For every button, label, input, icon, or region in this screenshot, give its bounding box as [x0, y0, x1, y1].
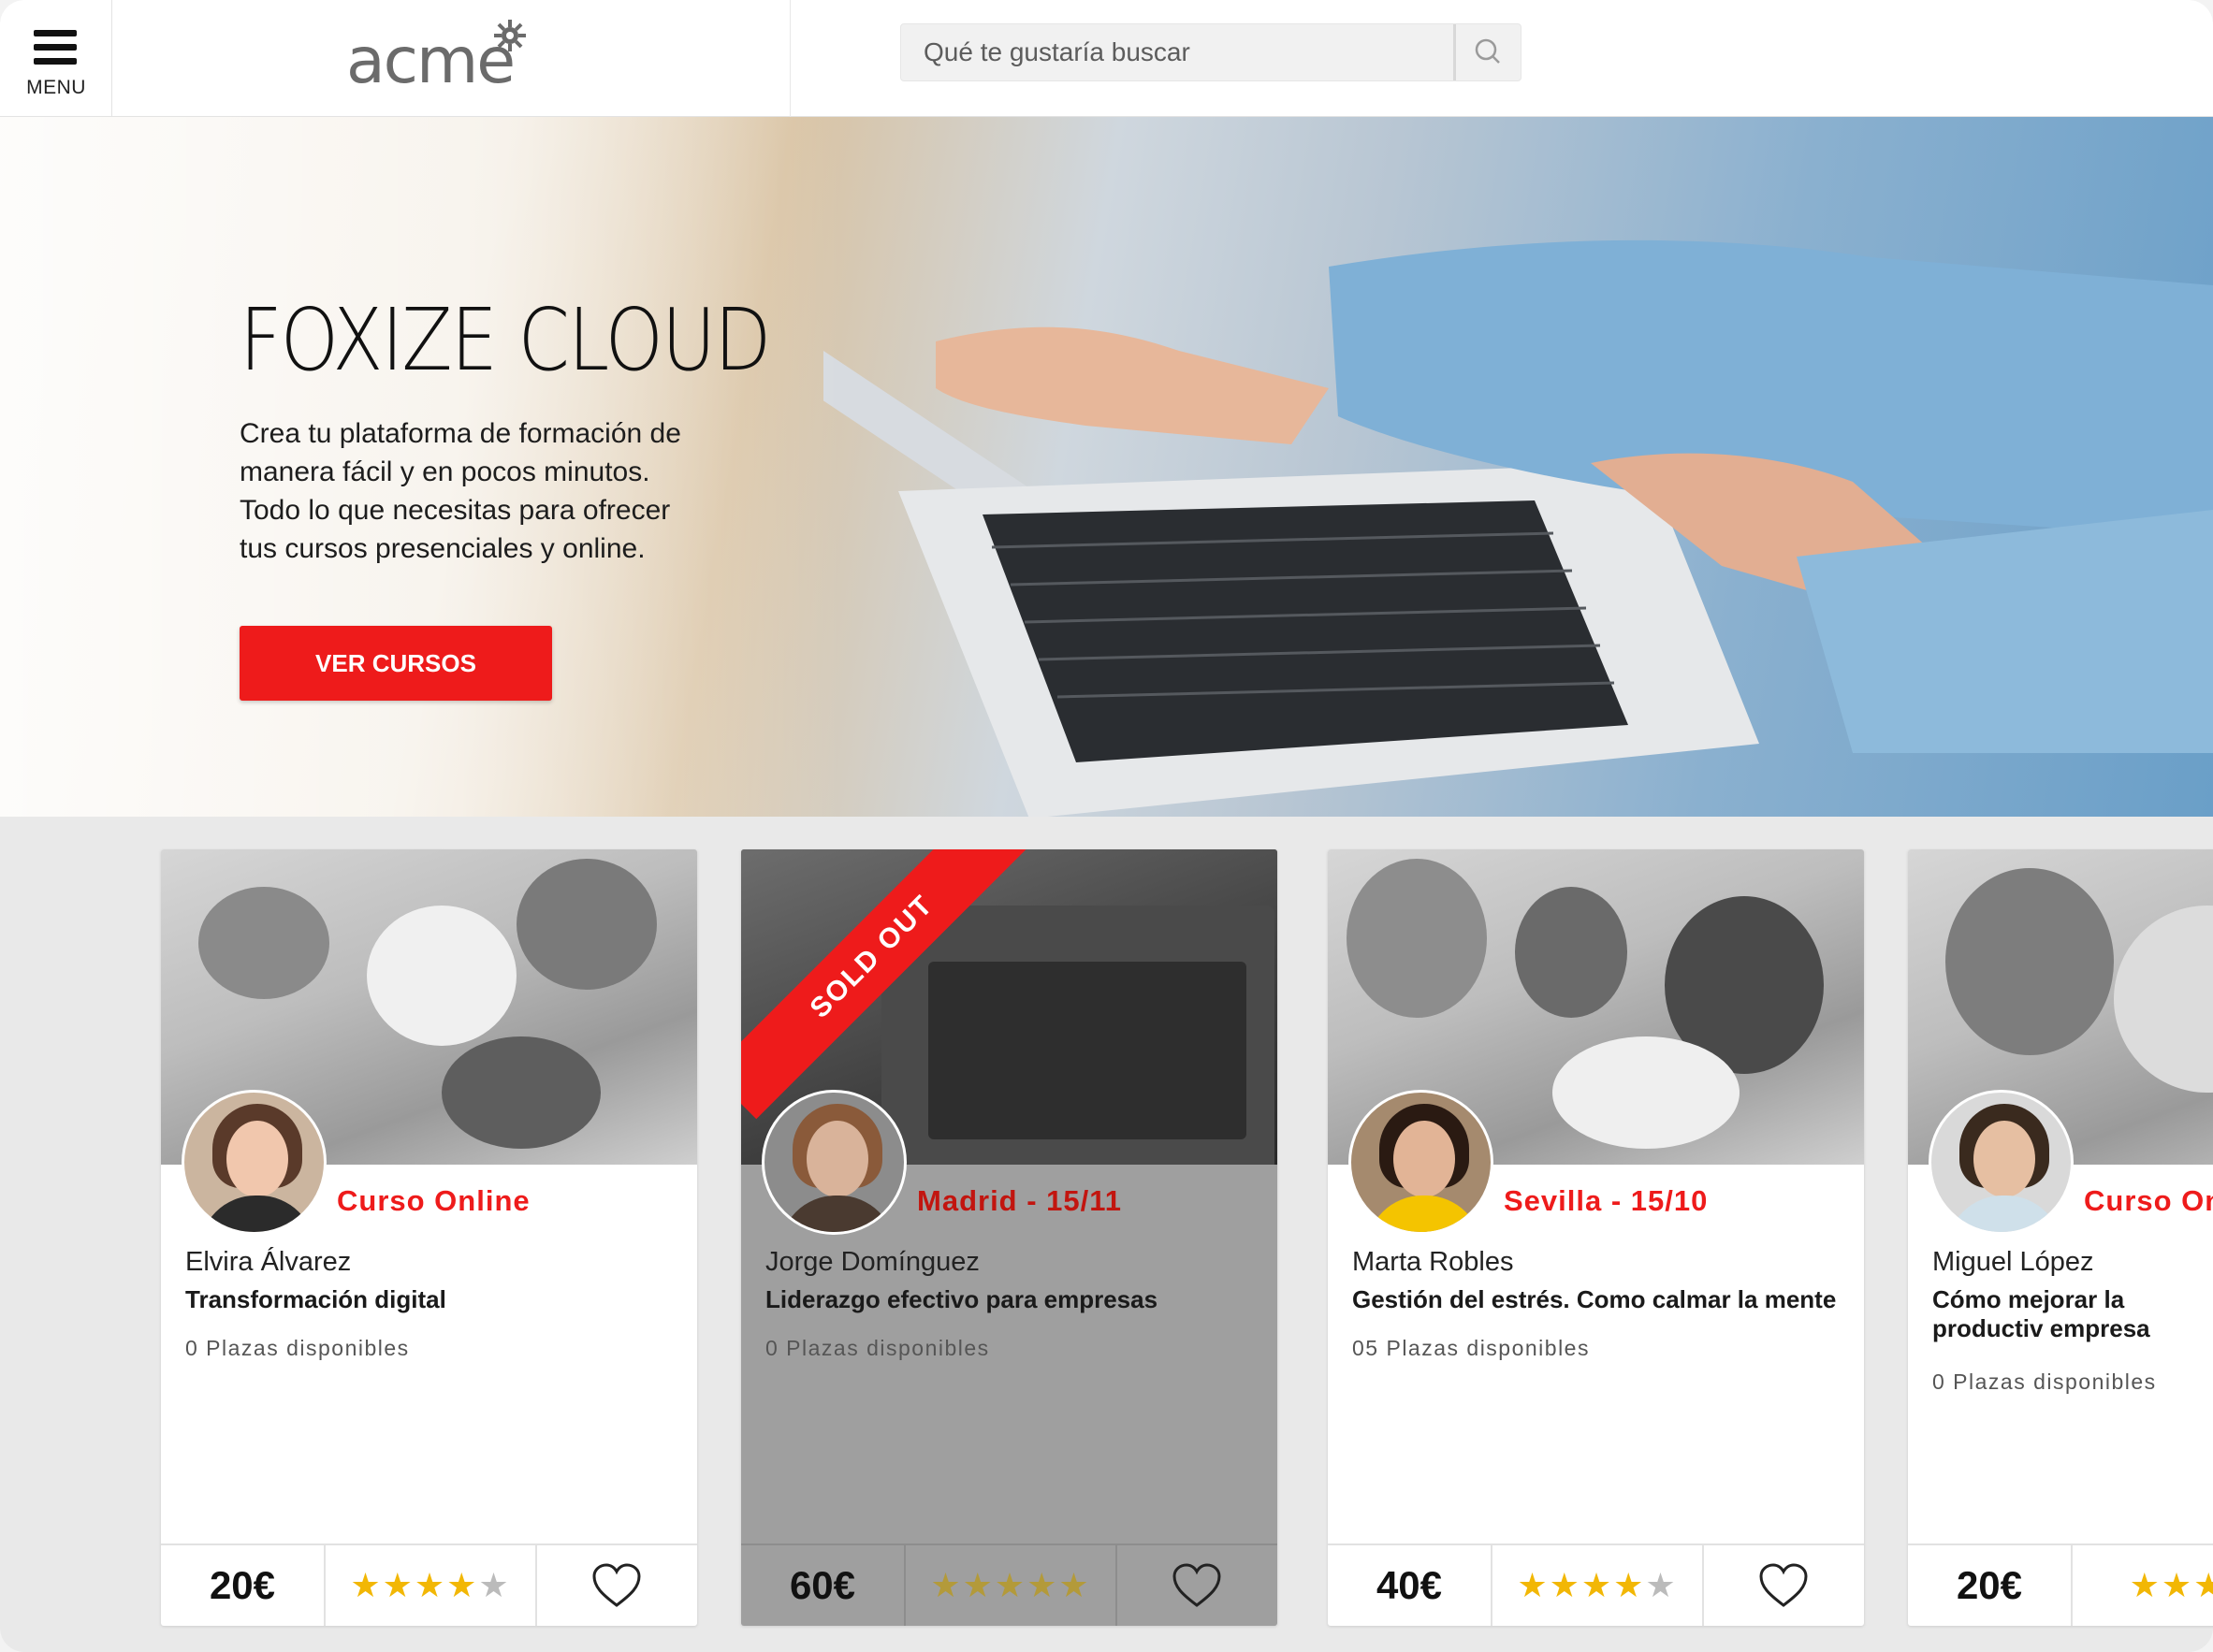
favorite-button[interactable] — [1704, 1545, 1864, 1626]
hero-title: FOXIZE CLOUD — [240, 290, 771, 390]
course-location-tag: Curso On — [2084, 1184, 2213, 1217]
instructor-avatar — [762, 1090, 907, 1235]
instructor-name: Elvira Álvarez — [185, 1247, 352, 1277]
rating-stars: ★★★★★ — [906, 1545, 1117, 1626]
instructor-name: Marta Robles — [1352, 1247, 1514, 1277]
instructor-avatar — [182, 1090, 327, 1235]
course-card[interactable]: Curso Online Elvira Álvarez Transformaci… — [161, 849, 697, 1626]
hero-description: Crea tu plataforma de formación de maner… — [240, 414, 764, 568]
logo-area: acme — [112, 0, 791, 117]
course-card[interactable]: SOLD OUT Madrid - 15/11 Jorge Domínguez … — [741, 849, 1277, 1626]
course-title[interactable]: Gestión del estrés. Como calmar la mente — [1352, 1285, 1839, 1314]
hand-illustration — [936, 239, 2213, 753]
search-bar — [900, 23, 1521, 81]
heart-outline-icon — [592, 1563, 641, 1607]
favorite-button[interactable] — [537, 1545, 697, 1626]
course-card[interactable]: Sevilla - 15/10 Marta Robles Gestión del… — [1328, 849, 1864, 1626]
hero-description-line: manera fácil y en pocos minutos. — [240, 456, 650, 487]
rating-stars: ★★★★★ — [326, 1545, 537, 1626]
favorite-button[interactable] — [1117, 1545, 1277, 1626]
card-footer: 40€ ★★★★★ — [1328, 1543, 1864, 1626]
search-input[interactable] — [901, 24, 1453, 80]
instructor-avatar — [1929, 1090, 2074, 1235]
rating-stars: ★★★★★ — [1492, 1545, 1704, 1626]
menu-button[interactable]: MENU — [0, 0, 112, 117]
hero-description-line: tus cursos presenciales y online. — [240, 533, 646, 564]
course-price: 60€ — [741, 1545, 906, 1626]
hero-description-line: Todo lo que necesitas para ofrecer — [240, 495, 671, 526]
course-cards: Curso Online Elvira Álvarez Transformaci… — [0, 817, 2213, 1652]
course-title[interactable]: Liderazgo efectivo para empresas — [765, 1285, 1252, 1314]
course-title[interactable]: Cómo mejorar la productiv empresa — [1932, 1285, 2213, 1343]
instructor-name: Jorge Domínguez — [765, 1247, 980, 1277]
course-location-tag: Curso Online — [337, 1184, 531, 1217]
search-button[interactable] — [1457, 24, 1521, 80]
view-courses-button[interactable]: VER CURSOS — [240, 626, 552, 701]
card-footer: 20€ ★★★ — [1908, 1543, 2213, 1626]
seats-available: 0 Plazas disponibles — [1932, 1369, 2157, 1394]
seats-available: 0 Plazas disponibles — [185, 1336, 410, 1360]
seats-available: 05 Plazas disponibles — [1352, 1336, 1590, 1360]
course-location-tag: Madrid - 15/11 — [917, 1184, 1123, 1217]
card-footer: 60€ ★★★★★ — [741, 1543, 1277, 1626]
search-divider — [1453, 24, 1456, 80]
rating-stars: ★★★ — [2073, 1545, 2213, 1626]
gear-icon — [494, 20, 526, 51]
course-price: 20€ — [161, 1545, 326, 1626]
hamburger-icon — [34, 30, 77, 72]
course-location-tag: Sevilla - 15/10 — [1504, 1184, 1709, 1217]
course-title[interactable]: Transformación digital — [185, 1285, 672, 1314]
page-frame: MENU acme Qué te gustaría buscar FOXIZE … — [0, 0, 2213, 1652]
top-header: MENU acme — [0, 0, 2213, 117]
instructor-name: Miguel López — [1932, 1247, 2094, 1277]
logo[interactable]: acme — [346, 24, 516, 98]
hero-banner: FOXIZE CLOUD Crea tu plataforma de forma… — [0, 117, 2213, 817]
magnifier-icon — [1475, 38, 1500, 64]
instructor-avatar — [1348, 1090, 1493, 1235]
seats-available: 0 Plazas disponibles — [765, 1336, 990, 1360]
heart-outline-icon — [1172, 1563, 1221, 1607]
course-price: 40€ — [1328, 1545, 1492, 1626]
menu-label: MENU — [26, 77, 86, 98]
course-price: 20€ — [1908, 1545, 2073, 1626]
card-footer: 20€ ★★★★★ — [161, 1543, 697, 1626]
course-card[interactable]: Curso On Miguel López Cómo mejorar la pr… — [1908, 849, 2213, 1626]
heart-outline-icon — [1759, 1563, 1808, 1607]
hero-description-line: Crea tu plataforma de formación de — [240, 418, 681, 449]
